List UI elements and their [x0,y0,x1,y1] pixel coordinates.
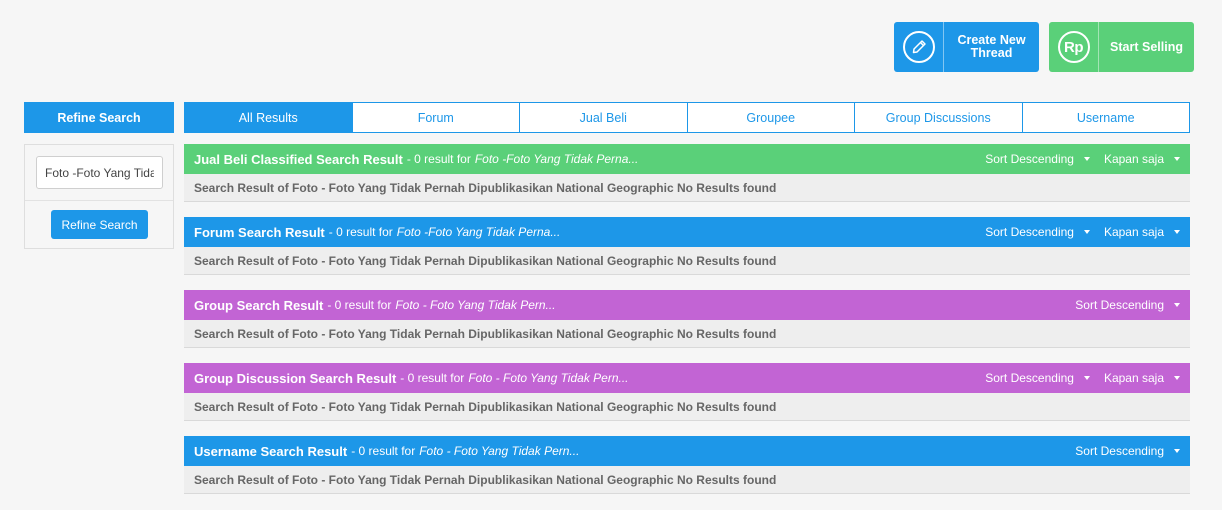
caret-down-icon [1174,376,1180,380]
section-query: Foto - Foto Yang Tidak Pern... [395,298,556,312]
caret-down-icon [1174,449,1180,453]
refine-divider [25,200,173,201]
section-header: Forum Search Result - 0 result for Foto … [184,217,1190,247]
section-header: Group Discussion Search Result - 0 resul… [184,363,1190,393]
sort-label: Sort Descending [1075,298,1164,312]
section-count: - 0 result for [406,152,471,166]
time-dropdown[interactable]: Kapan saja [1104,225,1180,239]
time-label: Kapan saja [1103,371,1164,385]
refine-search-panel: Refine Search [24,144,174,249]
sort-dropdown[interactable]: Sort Descending [985,225,1090,239]
group-discussion-result-section: Group Discussion Search Result - 0 resul… [184,363,1190,421]
sort-dropdown[interactable]: Sort Descending [1075,298,1180,312]
tab-username[interactable]: Username [1021,103,1190,132]
section-title: Group Search Result [194,297,324,313]
section-body: Search Result of Foto - Foto Yang Tidak … [184,466,1190,494]
section-body: Search Result of Foto - Foto Yang Tidak … [184,320,1190,348]
sort-label: Sort Descending [1075,444,1164,458]
section-query: Foto - Foto Yang Tidak Pern... [419,444,580,458]
tab-groupee[interactable]: Groupee [686,103,855,132]
time-label: Kapan saja [1103,225,1164,239]
section-query: Foto -Foto Yang Tidak Perna... [474,152,639,166]
tab-jual-beli[interactable]: Jual Beli [519,103,687,132]
caret-down-icon [1174,157,1180,161]
create-new-thread-button[interactable]: Create New Thread [894,22,1039,72]
sort-dropdown[interactable]: Sort Descending [1075,444,1180,458]
username-result-section: Username Search Result - 0 result for Fo… [184,436,1190,494]
sort-label: Sort Descending [985,225,1074,239]
rupiah-symbol: Rp [1057,31,1090,63]
time-dropdown[interactable]: Kapan saja [1104,152,1180,166]
refine-search-input[interactable] [36,156,163,189]
section-count: - 0 result for [327,298,392,312]
refine-search-heading: Refine Search [24,102,174,133]
section-header: Jual Beli Classified Search Result - 0 r… [184,144,1190,174]
sort-label: Sort Descending [985,371,1074,385]
start-selling-button[interactable]: Rp Start Selling [1049,22,1194,72]
jual-beli-result-section: Jual Beli Classified Search Result - 0 r… [184,144,1190,202]
create-new-thread-label: Create New Thread [957,33,1026,60]
rupiah-icon: Rp [1049,22,1099,72]
section-title: Forum Search Result [194,224,325,240]
section-body: Search Result of Foto - Foto Yang Tidak … [184,393,1190,421]
forum-result-section: Forum Search Result - 0 result for Foto … [184,217,1190,275]
refine-search-button[interactable]: Refine Search [51,210,148,239]
caret-down-icon [1083,230,1090,234]
sort-dropdown[interactable]: Sort Descending [985,371,1090,385]
section-title: Group Discussion Search Result [194,370,397,386]
section-body: Search Result of Foto - Foto Yang Tidak … [184,247,1190,275]
section-header: Username Search Result - 0 result for Fo… [184,436,1190,466]
caret-down-icon [1174,303,1180,307]
group-result-section: Group Search Result - 0 result for Foto … [184,290,1190,348]
tab-all-results[interactable]: All Results [185,103,352,132]
section-title: Username Search Result [194,443,348,459]
sort-dropdown[interactable]: Sort Descending [985,152,1090,166]
result-tabs: All Results Forum Jual Beli Groupee Grou… [184,102,1190,133]
section-count: - 0 result for [328,225,393,239]
tab-group-discussions[interactable]: Group Discussions [854,103,1022,132]
time-dropdown[interactable]: Kapan saja [1104,371,1180,385]
pencil-icon [894,22,944,72]
section-query: Foto -Foto Yang Tidak Perna... [396,225,561,239]
section-title: Jual Beli Classified Search Result [194,151,403,167]
sort-label: Sort Descending [985,152,1074,166]
section-header: Group Search Result - 0 result for Foto … [184,290,1190,320]
start-selling-label: Start Selling [1110,39,1183,54]
caret-down-icon [1174,230,1180,234]
time-label: Kapan saja [1103,152,1164,166]
tab-forum[interactable]: Forum [351,103,520,132]
caret-down-icon [1083,376,1090,380]
caret-down-icon [1083,157,1090,161]
section-body: Search Result of Foto - Foto Yang Tidak … [184,174,1190,202]
section-count: - 0 result for [351,444,416,458]
section-count: - 0 result for [400,371,465,385]
section-query: Foto - Foto Yang Tidak Pern... [468,371,629,385]
